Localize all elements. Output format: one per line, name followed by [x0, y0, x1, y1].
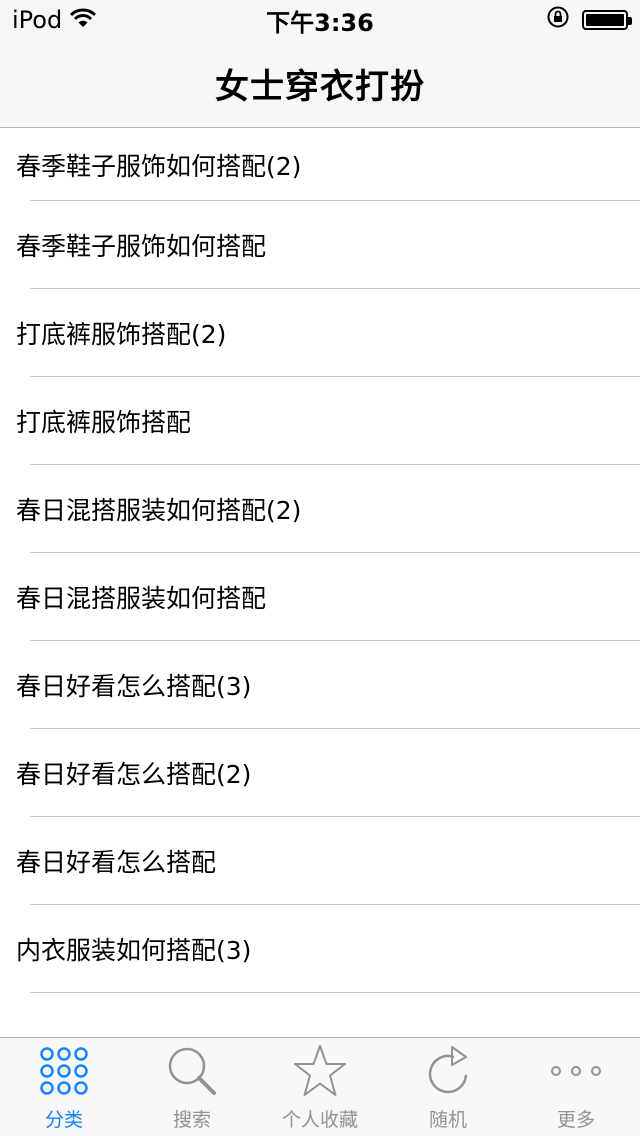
page-title: 女士穿衣打扮 — [215, 67, 425, 107]
rotation-lock-icon — [546, 5, 570, 35]
list-item[interactable]: 春日好看怎么搭配(2) — [0, 729, 640, 817]
list-item[interactable]: 春季鞋子服饰如何搭配 — [0, 201, 640, 289]
tab-more[interactable]: 更多 — [512, 1038, 640, 1136]
tab-label: 搜索 — [172, 1109, 211, 1131]
search-icon — [166, 1041, 218, 1101]
tab-star[interactable]: 个人收藏 — [256, 1038, 384, 1136]
list-item-label: 春季鞋子服饰如何搭配(2) — [16, 152, 302, 181]
list-item[interactable]: 春日好看怎么搭配(3) — [0, 641, 640, 729]
tab-label: 更多 — [556, 1109, 595, 1131]
status-bar: iPod 下午3:36 — [0, 0, 640, 40]
list-item-label: 内衣服装如何搭配(3) — [16, 936, 252, 965]
list-item-label: 打底裤服饰搭配(2) — [16, 320, 227, 349]
list-item-label: 打底裤服饰搭配 — [16, 408, 192, 437]
article-list[interactable]: 春季鞋子服饰如何搭配(2) 春季鞋子服饰如何搭配 打底裤服饰搭配(2) 打底裤服饰搭配… — [0, 129, 640, 1037]
list-item[interactable]: 内衣服装如何搭配(3) — [0, 905, 640, 993]
tab-refresh[interactable]: 随机 — [384, 1038, 512, 1136]
refresh-icon — [424, 1041, 472, 1101]
list-item-label: 春日好看怎么搭配 — [16, 848, 217, 877]
navigation-bar: 女士穿衣打扮 — [0, 40, 640, 128]
list-item-label: 春日好看怎么搭配(3) — [16, 672, 252, 701]
list-item-label: 春季鞋子服饰如何搭配 — [16, 232, 267, 261]
tab-label: 个人收藏 — [281, 1109, 358, 1131]
list-item-label: 春日混搭服装如何搭配 — [16, 584, 267, 613]
star-icon — [292, 1041, 348, 1101]
battery-level — [586, 14, 624, 26]
more-icon — [550, 1041, 602, 1101]
tab-grid[interactable]: 分类 — [0, 1038, 128, 1136]
list-item-label: 春日混搭服装如何搭配(2) — [16, 496, 302, 525]
list-item[interactable]: 春季鞋子服饰如何搭配(2) — [0, 129, 640, 201]
tab-bar: 分类 搜索 个人收藏 随机 更多 — [0, 1037, 640, 1136]
list-item[interactable]: 打底裤服饰搭配 — [0, 377, 640, 465]
battery-icon — [582, 10, 632, 30]
list-item-label: 春日好看怎么搭配(2) — [16, 760, 252, 789]
tab-label: 随机 — [428, 1109, 467, 1131]
list-item[interactable]: 春日好看怎么搭配 — [0, 817, 640, 905]
list-item[interactable]: 春日混搭服装如何搭配 — [0, 553, 640, 641]
device-name: iPod — [12, 6, 63, 34]
status-right — [546, 5, 632, 35]
list-item[interactable]: 打底裤服饰搭配(2) — [0, 289, 640, 377]
wifi-icon — [70, 6, 97, 34]
list-item[interactable]: 春日混搭服装如何搭配(2) — [0, 465, 640, 553]
grid-icon — [40, 1041, 88, 1101]
tab-search[interactable]: 搜索 — [128, 1038, 256, 1136]
tab-label: 分类 — [44, 1109, 83, 1131]
status-left: iPod — [12, 6, 97, 34]
